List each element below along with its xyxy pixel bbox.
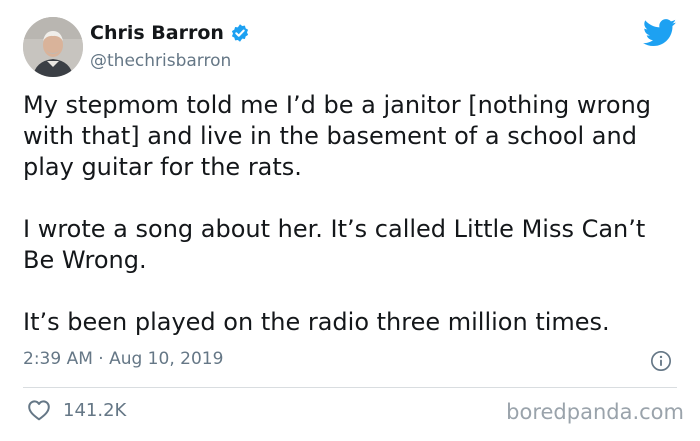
tweet-paragraph: It’s been played on the radio three mill… — [23, 308, 610, 336]
like-action[interactable]: 141.2K — [27, 399, 126, 421]
verified-badge-icon — [231, 24, 248, 42]
author-handle[interactable]: @thechrisbarron — [90, 51, 231, 71]
author-name[interactable]: Chris Barron — [90, 22, 224, 44]
like-count: 141.2K — [63, 399, 127, 421]
heart-icon[interactable] — [27, 399, 51, 421]
avatar-photo — [23, 17, 83, 77]
author-name-row: Chris Barron — [90, 22, 250, 44]
tweet-paragraph: I wrote a song about her. It’s called Li… — [23, 215, 646, 274]
info-icon[interactable] — [650, 350, 672, 372]
twitter-bird-icon[interactable] — [643, 19, 677, 47]
tweet-paragraph: My stepmom told me I’d be a janitor [not… — [23, 91, 652, 181]
avatar[interactable] — [23, 17, 83, 77]
tweet-text: My stepmom told me I’d be a janitor [not… — [23, 90, 683, 338]
watermark: boredpanda.com — [506, 400, 684, 424]
divider — [23, 387, 677, 388]
tweet-timestamp[interactable]: 2:39 AM · Aug 10, 2019 — [23, 349, 223, 369]
